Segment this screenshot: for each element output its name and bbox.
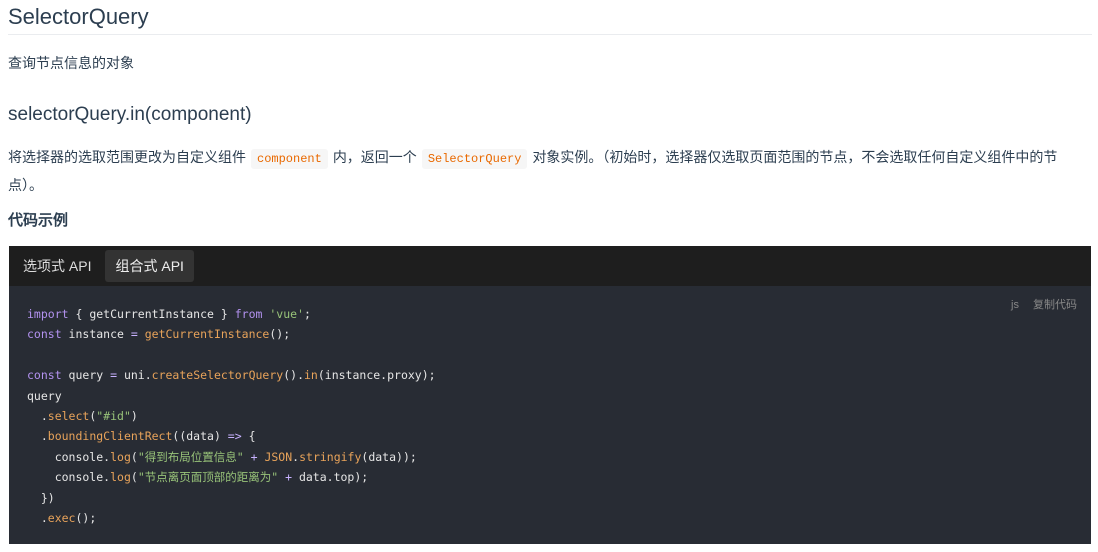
- code-line: const instance = getCurrentInstance();: [27, 327, 291, 342]
- description: 查询节点信息的对象: [8, 55, 134, 71]
- page-title: SelectorQuery: [8, 4, 149, 29]
- text: 内，返回一个: [332, 149, 417, 165]
- copy-code-button[interactable]: 复制代码: [1033, 299, 1077, 311]
- code-line: .select("#id"): [27, 409, 138, 424]
- code-line: import { getCurrentInstance } from 'vue'…: [27, 307, 311, 321]
- tab-options-api[interactable]: 选项式 API: [13, 250, 101, 282]
- code-language: js: [1011, 299, 1019, 311]
- inline-code: SelectorQuery: [421, 149, 528, 169]
- code-line: const query = uni.createSelectorQuery().…: [27, 368, 436, 383]
- method-description: 将选择器的选取范围更改为自定义组件 component 内，返回一个 Selector…: [8, 144, 1092, 198]
- code-line: .boundingClientRect((data) => {: [27, 429, 256, 444]
- inline-code: component: [251, 149, 328, 169]
- text: 将选择器的选取范围更改为自定义组件: [8, 149, 246, 165]
- code-block: 选项式 API 组合式 API js 复制代码 import { getCurre…: [9, 246, 1091, 544]
- code-content: import { getCurrentInstance } from 'vue'…: [27, 304, 436, 528]
- tab-composition-api[interactable]: 组合式 API: [105, 250, 194, 282]
- divider: [8, 34, 1092, 35]
- code-line: .exec();: [27, 511, 97, 526]
- code-line: }): [27, 490, 55, 505]
- code-tabs: 选项式 API 组合式 API: [9, 246, 1091, 286]
- example-heading: 代码示例: [8, 212, 69, 229]
- code-line: query: [27, 388, 62, 403]
- method-heading: selectorQuery.in(component): [8, 104, 252, 125]
- code-line: console.log("得到布局位置信息" + JSON.stringify(…: [27, 449, 417, 464]
- code-line: console.log("节点离页面顶部的距离为" + data.top);: [27, 470, 369, 485]
